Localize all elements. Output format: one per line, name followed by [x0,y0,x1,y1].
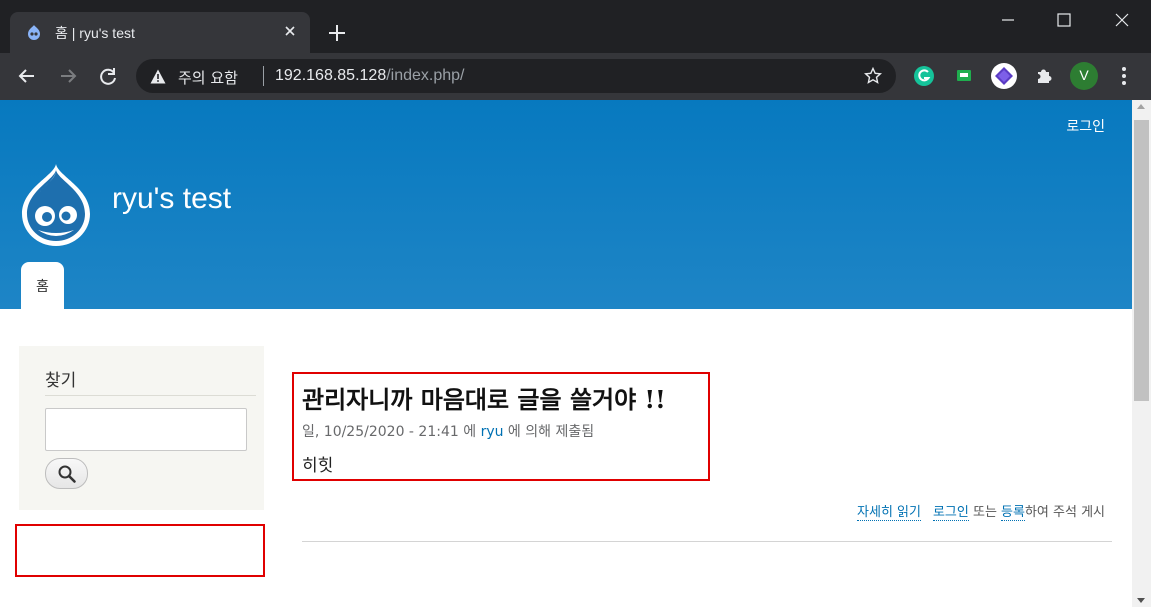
nav-tab-home-label: 홈 [36,279,49,295]
page-scrollbar[interactable] [1132,100,1151,607]
article-meta: 일, 10/25/2020 - 21:41 에 ryu 에 의해 제출됨 [302,421,594,441]
menu-kebab-icon[interactable] [1110,62,1138,90]
tab-title: 홈 | ryu's test [55,25,135,41]
search-submit-button[interactable] [45,458,88,489]
read-more-link[interactable]: 자세히 읽기 [857,505,921,521]
site-name[interactable]: ryu's test [112,182,231,216]
profile-avatar[interactable]: V [1070,62,1098,90]
browser-tab-bar: 홈 | ryu's test [0,0,1151,53]
article-divider [302,541,1112,542]
close-tab-icon[interactable] [282,23,298,39]
article-meta-suffix: 에 의해 제출됨 [503,424,595,440]
links-or-text: 또는 [968,505,1002,520]
highlight-box-sidebar [15,524,265,577]
article-author-link[interactable]: ryu [481,424,504,440]
address-separator [263,66,264,86]
browser-tab[interactable]: 홈 | ryu's test [10,12,310,53]
scroll-down-arrow-icon[interactable] [1137,598,1145,603]
header-login-link[interactable]: 로그인 [1066,116,1105,136]
layers-extension-icon[interactable] [990,62,1018,90]
screen-extension-icon[interactable] [950,62,978,90]
search-title-divider [45,395,256,396]
article-body: 히힛 [302,456,334,476]
url-path: /index.php/ [386,67,465,84]
back-icon[interactable] [16,65,38,87]
forward-icon[interactable] [57,65,79,87]
minimize-icon[interactable] [998,10,1018,30]
scroll-up-arrow-icon[interactable] [1137,104,1145,109]
search-block-title: 찾기 [45,371,77,391]
article-title[interactable]: 관리자니까 마음대로 글을 쓸거야 !! [302,380,666,415]
maximize-icon[interactable] [1054,10,1074,30]
browser-toolbar: 주의 요함 192.168.85.128/index.php/ V [0,53,1151,100]
extensions-puzzle-icon[interactable] [1030,62,1058,90]
close-window-icon[interactable] [1112,10,1132,30]
comment-suffix-text: 하여 주석 게시 [1024,505,1105,520]
url-host: 192.168.85.128 [275,67,387,84]
search-input[interactable] [45,408,247,451]
search-block: 찾기 [19,346,264,510]
bookmark-star-icon[interactable] [864,67,882,85]
url-text[interactable]: 192.168.85.128/index.php/ [275,67,465,85]
warning-icon[interactable] [150,69,166,84]
drupal-favicon-icon [28,25,40,40]
scrollbar-thumb[interactable] [1134,120,1149,401]
nav-tab-home[interactable]: 홈 [21,262,64,309]
article-date: 일, 10/25/2020 - 21:41 에 [302,424,481,440]
drupal-logo-icon[interactable] [18,162,94,246]
search-icon [58,465,76,483]
page-viewport: 로그인 ryu's test 홈 찾기 관리자니까 마음대로 글을 쓸거야 !!… [0,100,1132,607]
profile-initial: V [1079,67,1089,83]
register-link[interactable]: 등록 [1001,505,1025,521]
new-tab-icon[interactable] [326,22,348,44]
address-bar[interactable]: 주의 요함 192.168.85.128/index.php/ [136,59,896,93]
article-links: 자세히 읽기 로그인 또는 등록하여 주석 게시 [857,501,1105,521]
reload-icon[interactable] [97,65,119,87]
site-header: 로그인 ryu's test 홈 [0,100,1132,309]
grammarly-extension-icon[interactable] [910,62,938,90]
comment-login-link[interactable]: 로그인 [932,505,969,521]
security-label[interactable]: 주의 요함 [178,67,238,88]
